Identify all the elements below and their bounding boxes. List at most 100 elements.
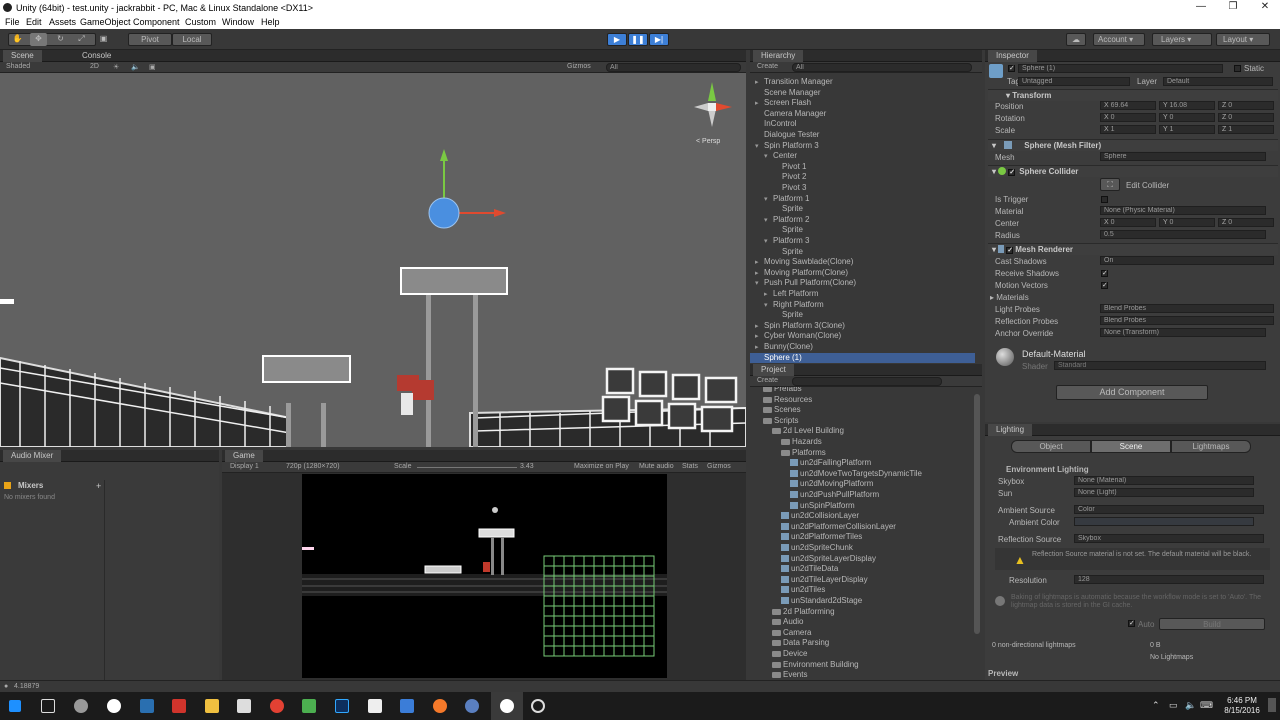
hierarchy-item[interactable]: InControl — [750, 119, 975, 130]
hierarchy-item[interactable]: ▸ Left Platform — [750, 289, 975, 300]
preview-heading[interactable]: Preview — [988, 669, 1018, 678]
mesh-field[interactable]: Sphere — [1100, 152, 1266, 161]
collider-material-field[interactable]: None (Physic Material) — [1100, 206, 1266, 215]
transform-scale-x-field[interactable]: X 1 — [1100, 125, 1156, 134]
display-dropdown[interactable]: Display 1 — [230, 463, 259, 470]
project-search-input[interactable] — [792, 377, 942, 386]
hierarchy-item[interactable]: Pivot 1 — [750, 162, 975, 173]
transform-rotation-y-field[interactable]: Y 0 — [1159, 113, 1215, 122]
project-create-dropdown[interactable]: Create — [757, 377, 778, 384]
transform-position-y-field[interactable]: Y 16.08 — [1159, 101, 1215, 110]
hierarchy-item[interactable]: ▾ Platform 2 — [750, 215, 975, 226]
menu-help[interactable]: Help — [261, 17, 280, 27]
close-icon[interactable]: ✕ — [1248, 0, 1280, 15]
project-item[interactable]: un2dTileLayerDisplay — [750, 575, 868, 586]
transform-scale-y-field[interactable]: Y 1 — [1159, 125, 1215, 134]
hierarchy-search-input[interactable]: All — [792, 63, 972, 72]
cloud-icon[interactable]: ☁ — [1066, 33, 1086, 46]
reflection-probes-dropdown[interactable]: Blend Probes — [1100, 316, 1274, 325]
project-item[interactable]: Scenes — [750, 405, 801, 416]
photoshop-icon[interactable] — [335, 699, 349, 713]
tab-lighting[interactable]: Lighting — [988, 424, 1033, 436]
notifications-icon[interactable] — [1268, 698, 1276, 712]
hierarchy-item[interactable]: ▸ Cyber Woman(Clone) — [750, 331, 975, 342]
materials-foldout[interactable]: ▸ Materials — [990, 293, 1029, 302]
maximize-icon[interactable]: ❐ — [1216, 0, 1250, 15]
project-item[interactable]: Resources — [750, 395, 812, 406]
mesh-filter-header[interactable]: ▾ Sphere (Mesh Filter) — [988, 139, 1278, 151]
unity-app-icon[interactable] — [107, 699, 121, 713]
project-item[interactable]: Environment Building — [750, 660, 859, 671]
hierarchy-item[interactable]: ▾ Spin Platform 3 — [750, 141, 975, 152]
project-item[interactable]: Camera — [750, 628, 811, 639]
scene-search-input[interactable]: All — [606, 63, 741, 72]
resolution-dropdown[interactable]: 128 — [1074, 575, 1264, 584]
hierarchy-item[interactable]: Pivot 3 — [750, 183, 975, 194]
project-item[interactable]: un2dPlatformerTiles — [750, 532, 862, 543]
lighting-toggle-icon[interactable]: ☀ — [113, 63, 119, 71]
menu-gameobject[interactable]: GameObject — [80, 17, 131, 27]
steam-icon[interactable] — [140, 699, 154, 713]
menu-file[interactable]: File — [5, 17, 20, 27]
receive-shadows-checkbox[interactable]: ✓ — [1101, 270, 1108, 277]
tab-console[interactable]: Console — [74, 50, 119, 62]
transform-rotation-z-field[interactable]: Z 0 — [1218, 113, 1274, 122]
blender-icon[interactable] — [433, 699, 447, 713]
project-item[interactable]: Hazards — [750, 437, 822, 448]
hierarchy-item[interactable]: ▾ Platform 1 — [750, 194, 975, 205]
scene-viewport[interactable]: < Persp — [0, 73, 746, 447]
project-item[interactable]: un2dTiles — [750, 585, 825, 596]
network-icon[interactable]: ▭ — [1169, 700, 1178, 711]
ambient-color-swatch[interactable] — [1074, 517, 1254, 526]
project-item[interactable]: Platforms — [750, 448, 826, 459]
project-item[interactable]: 2d Platforming — [750, 607, 835, 618]
resolution-dropdown[interactable]: 720p (1280×720) — [286, 463, 340, 470]
add-mixer-button[interactable]: + — [96, 481, 101, 491]
tab-audio-mixer[interactable]: Audio Mixer — [3, 450, 62, 462]
mode-2d-toggle[interactable]: 2D — [90, 63, 99, 70]
motion-vectors-checkbox[interactable]: ✓ — [1101, 282, 1108, 289]
play-button[interactable]: ▶ — [607, 33, 627, 46]
menu-window[interactable]: Window — [222, 17, 254, 27]
tray-chevron-icon[interactable]: ⌃ — [1152, 700, 1160, 711]
hand-tool-icon[interactable]: ✋ — [9, 33, 26, 46]
task-view-icon[interactable] — [41, 699, 55, 713]
build-button[interactable]: Build — [1159, 618, 1265, 630]
add-component-button[interactable]: Add Component — [1056, 385, 1208, 400]
volume-icon[interactable]: 🔈 — [1185, 700, 1196, 711]
project-item[interactable]: unSpinPlatform — [750, 501, 855, 512]
anchor-override-field[interactable]: None (Transform) — [1100, 328, 1266, 337]
persp-label[interactable]: < Persp — [696, 138, 720, 145]
hierarchy-item[interactable]: Sprite — [750, 204, 975, 215]
center-y-field[interactable]: Y 0 — [1159, 218, 1215, 227]
project-item[interactable]: Device — [750, 649, 807, 660]
hierarchy-item[interactable]: ▾ Center — [750, 151, 975, 162]
scale-tool-icon[interactable]: ⤢ — [73, 33, 90, 46]
pivot-toggle[interactable]: Pivot — [128, 33, 172, 46]
file-explorer-icon[interactable] — [205, 699, 219, 713]
center-z-field[interactable]: Z 0 — [1218, 218, 1274, 227]
project-item[interactable]: un2dCollisionLayer — [750, 511, 859, 522]
shader-dropdown[interactable]: Standard — [1054, 361, 1266, 370]
audio-toggle-icon[interactable]: 🔈 — [131, 63, 140, 71]
transform-position-x-field[interactable]: X 69.64 — [1100, 101, 1156, 110]
hierarchy-item[interactable]: ▾ Platform 3 — [750, 236, 975, 247]
project-item[interactable]: un2dPlatformerCollisionLayer — [750, 522, 896, 533]
rect-tool-icon[interactable]: ▣ — [95, 33, 112, 46]
sun-field[interactable]: None (Light) — [1074, 488, 1254, 497]
layout-dropdown[interactable]: Layout ▾ — [1216, 33, 1270, 46]
menu-custom[interactable]: Custom — [185, 17, 216, 27]
mesh-renderer-header[interactable]: ▾ ✓ Mesh Renderer — [988, 243, 1278, 255]
rotate-tool-icon[interactable]: ↻ — [52, 33, 69, 46]
hierarchy-item[interactable]: ▸ Moving Platform(Clone) — [750, 268, 975, 279]
transform-scale-z-field[interactable]: Z 1 — [1218, 125, 1274, 134]
scale-slider[interactable] — [417, 467, 517, 468]
tag-dropdown[interactable]: Untagged — [1018, 77, 1130, 86]
project-item[interactable]: Scripts — [750, 416, 798, 427]
cast-shadows-dropdown[interactable]: On — [1100, 256, 1274, 265]
menu-edit[interactable]: Edit — [26, 17, 42, 27]
project-scrollbar[interactable] — [974, 394, 980, 634]
sphere-collider-header[interactable]: ▾ ✓ Sphere Collider — [988, 165, 1278, 177]
project-item[interactable]: Data Parsing — [750, 638, 829, 649]
lighting-tab-lightmaps[interactable]: Lightmaps — [1171, 440, 1251, 453]
